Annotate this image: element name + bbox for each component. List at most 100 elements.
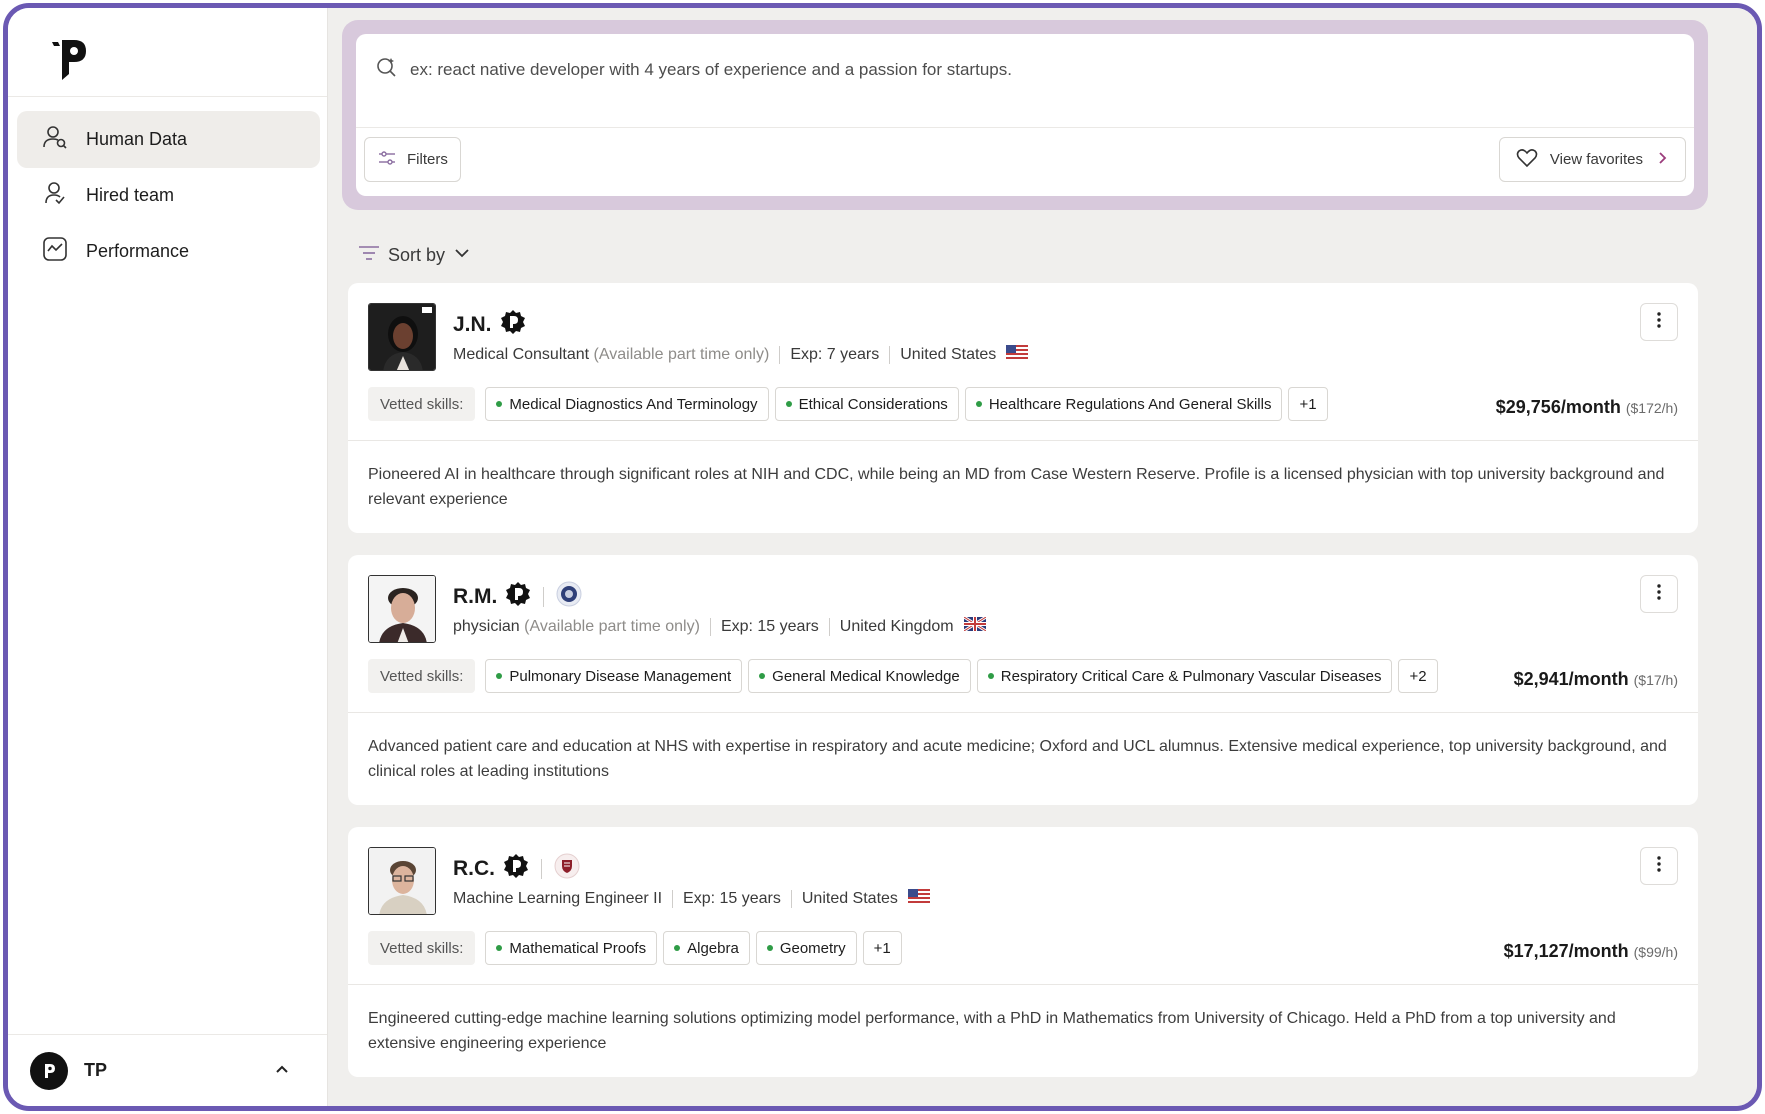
skill-chip[interactable]: Medical Diagnostics And Terminology: [485, 387, 769, 421]
view-favorites-button[interactable]: View favorites: [1498, 137, 1686, 182]
more-skills-chip[interactable]: +1: [1288, 387, 1328, 421]
candidate-price: $17,127/month ($99/h): [1503, 941, 1678, 961]
avatar: [30, 1051, 68, 1090]
view-favorites-label: View favorites: [1549, 151, 1643, 168]
meta-divider: [709, 617, 711, 636]
verified-badge-icon: [500, 309, 526, 340]
app-logo-icon[interactable]: [48, 36, 98, 86]
filters-button[interactable]: Filters: [364, 137, 461, 182]
sidebar-item-label: Human Data: [86, 129, 188, 149]
candidate-meta: physician (Available part time only) Exp…: [453, 615, 987, 636]
candidate-experience: Exp: 15 years: [683, 889, 781, 907]
main-content: ex: react native developer with 4 years …: [328, 8, 1757, 1106]
person-check-icon: [42, 180, 68, 211]
vetted-skills-label: Vetted skills:: [368, 931, 476, 965]
person-search-icon: [42, 124, 68, 155]
candidate-meta: Machine Learning Engineer II Exp: 15 yea…: [453, 889, 930, 908]
sidebar-item-label: Hired team: [86, 185, 175, 205]
more-skills-chip[interactable]: +1: [862, 931, 902, 965]
candidate-meta: Medical Consultant (Available part time …: [453, 345, 1029, 364]
search-box: ex: react native developer with 4 years …: [356, 34, 1694, 196]
candidate-role: Machine Learning Engineer II: [453, 889, 663, 907]
candidate-card-header: R.C. Machine Learning Engineer II Exp: 1…: [348, 827, 1698, 985]
candidate-country: United States: [801, 889, 898, 907]
kebab-menu-icon: [1657, 855, 1661, 877]
candidate-description: Advanced patient care and education at N…: [368, 738, 1667, 780]
user-menu[interactable]: TP: [8, 1034, 327, 1106]
vetted-skills: Vetted skills: Medical Diagnostics And T…: [368, 387, 1328, 421]
skill-chip[interactable]: Pulmonary Disease Management: [485, 659, 743, 693]
university-seal-icon: [554, 853, 580, 884]
candidate-card-header: R.M. physician (Available part time only…: [348, 555, 1698, 713]
meta-divider: [889, 345, 891, 364]
candidate-experience: Exp: 15 years: [720, 617, 819, 635]
candidate-name: J.N.: [453, 312, 492, 336]
candidate-country: United States: [900, 345, 997, 363]
candidate-role: Medical Consultant (Available part time …: [453, 345, 770, 363]
search-divider: [356, 127, 1694, 128]
candidate-name: R.C.: [453, 856, 495, 880]
search-placeholder: ex: react native developer with 4 years …: [410, 59, 1012, 79]
filter-lines-icon: [358, 245, 380, 266]
heart-icon: [1516, 148, 1538, 172]
more-options-button[interactable]: [1640, 575, 1678, 613]
chevron-right-icon: [1655, 151, 1669, 169]
kebab-menu-icon: [1657, 311, 1661, 333]
chevron-up-icon[interactable]: [273, 1061, 291, 1079]
candidate-role: physician (Available part time only): [453, 617, 700, 635]
more-options-button[interactable]: [1640, 303, 1678, 341]
candidate-name-row: R.C.: [453, 853, 580, 884]
verified-badge-icon: [505, 581, 531, 612]
candidate-card[interactable]: R.C. Machine Learning Engineer II Exp: 1…: [348, 827, 1698, 1077]
chart-icon: [42, 236, 68, 267]
candidate-name-row: R.M.: [453, 581, 582, 612]
us-flag-icon: [907, 889, 930, 908]
sort-by-dropdown[interactable]: Sort by: [358, 244, 471, 267]
skill-chip[interactable]: Mathematical Proofs: [485, 931, 658, 965]
us-flag-icon: [1006, 345, 1029, 364]
meta-divider: [672, 889, 674, 908]
name-divider: [541, 858, 542, 879]
kebab-menu-icon: [1657, 583, 1661, 605]
sidebar-item-hired-team[interactable]: Hired team: [17, 167, 320, 224]
uk-flag-icon: [962, 615, 987, 636]
more-options-button[interactable]: [1640, 847, 1678, 885]
skill-chip[interactable]: Algebra: [663, 931, 750, 965]
sort-by-label: Sort by: [388, 245, 446, 265]
sidebar-divider: [8, 96, 327, 97]
skill-chip[interactable]: Healthcare Regulations And General Skill…: [964, 387, 1283, 421]
candidate-card-header: J.N. Medical Consultant (Available part …: [348, 283, 1698, 441]
skill-chip[interactable]: Respiratory Critical Care & Pulmonary Va…: [976, 659, 1393, 693]
candidate-price: $2,941/month ($17/h): [1513, 669, 1678, 689]
search-input[interactable]: ex: react native developer with 4 years …: [376, 56, 1674, 83]
candidate-photo: [368, 303, 436, 371]
vetted-skills: Vetted skills: Pulmonary Disease Managem…: [368, 659, 1438, 693]
skill-chip[interactable]: Ethical Considerations: [774, 387, 959, 421]
meta-divider: [790, 889, 792, 908]
filters-label: Filters: [407, 151, 448, 168]
more-skills-chip[interactable]: +2: [1398, 659, 1438, 693]
name-divider: [543, 586, 545, 607]
university-seal-icon: [556, 581, 582, 612]
candidate-card[interactable]: J.N. Medical Consultant (Available part …: [348, 283, 1698, 533]
skill-chip[interactable]: Geometry: [755, 931, 857, 965]
candidate-description: Pioneered AI in healthcare through signi…: [368, 466, 1665, 508]
sparkle-search-icon: [376, 56, 398, 83]
candidate-photo: [368, 847, 436, 915]
vetted-skills-label: Vetted skills:: [368, 387, 476, 421]
user-name: TP: [84, 1060, 108, 1080]
meta-divider: [828, 617, 830, 636]
sidebar-item-performance[interactable]: Performance: [17, 223, 320, 280]
verified-badge-icon: [503, 853, 529, 884]
meta-divider: [779, 345, 781, 364]
vetted-skills: Vetted skills: Mathematical Proofs Algeb…: [368, 931, 902, 965]
skill-chip[interactable]: General Medical Knowledge: [748, 659, 971, 693]
candidate-card[interactable]: R.M. physician (Available part time only…: [348, 555, 1698, 805]
sliders-icon: [377, 148, 397, 172]
candidate-country: United Kingdom: [839, 617, 954, 635]
sidebar: Human Data Hired team Performance TP: [8, 8, 328, 1106]
search-panel: ex: react native developer with 4 years …: [342, 20, 1708, 210]
sidebar-item-human-data[interactable]: Human Data: [17, 111, 320, 168]
sidebar-item-label: Performance: [86, 241, 190, 261]
candidate-name-row: J.N.: [453, 309, 526, 340]
